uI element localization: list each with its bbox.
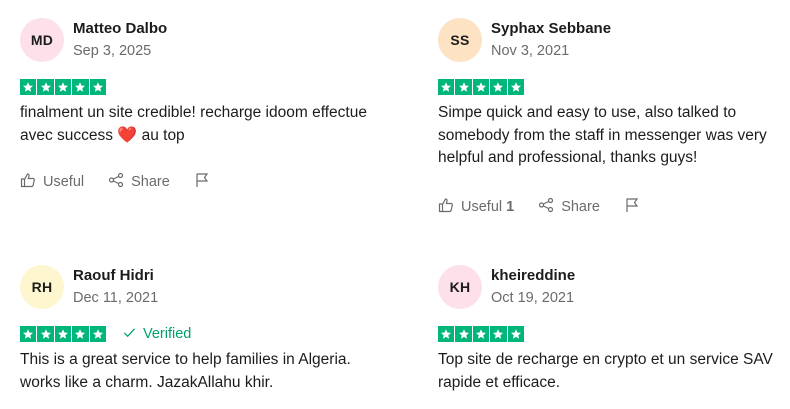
star-icon xyxy=(54,79,72,95)
star-icon xyxy=(438,79,455,95)
star-icon xyxy=(72,326,89,342)
review-date: Nov 3, 2021 xyxy=(491,43,570,59)
thumbs-up-icon xyxy=(20,172,43,192)
star-icon xyxy=(20,79,37,95)
review-actions: Useful 1 Share xyxy=(438,197,788,217)
star-icon xyxy=(54,326,72,342)
avatar[interactable]: RH xyxy=(20,265,64,309)
review-date: Sep 3, 2025 xyxy=(73,43,152,59)
avatar[interactable]: SS xyxy=(438,18,482,62)
review-header: RH Raouf Hidri Dec 11, 2021 xyxy=(20,256,370,318)
useful-count: 1 xyxy=(506,198,515,215)
review-actions: Useful Share xyxy=(20,172,370,192)
rating-row xyxy=(20,78,370,96)
review-header: SS Syphax Sebbane Nov 3, 2021 xyxy=(438,9,788,71)
star-icon xyxy=(89,326,106,342)
review-card: MD Matteo Dalbo Sep 3, 2025 finalment un… xyxy=(20,9,370,192)
review-text-tail: au top xyxy=(137,126,185,144)
star-icon xyxy=(89,79,106,95)
review-text: Simpe quick and easy to use, also talked… xyxy=(438,104,767,167)
heart-emoji: ❤️ xyxy=(117,126,138,144)
reviewer-name[interactable]: Raouf Hidri xyxy=(73,266,158,286)
star-icon xyxy=(20,326,37,342)
review-text-main: finalment un site credible! recharge ido… xyxy=(20,104,367,144)
review-header: KH kheireddine Oct 19, 2021 xyxy=(438,256,788,318)
reviewer-name[interactable]: Syphax Sebbane xyxy=(491,19,611,39)
share-label: Share xyxy=(131,174,170,191)
review-card: RH Raouf Hidri Dec 11, 2021 Verified Thi… xyxy=(20,256,370,394)
star-icon xyxy=(438,326,455,342)
review-date: Oct 19, 2021 xyxy=(491,290,575,306)
star-rating xyxy=(20,326,106,342)
review-card: KH kheireddine Oct 19, 2021 Top site de … xyxy=(438,256,788,394)
review-text: Top site de recharge en crypto et un ser… xyxy=(438,351,773,391)
star-icon xyxy=(472,326,490,342)
thumbs-up-icon xyxy=(438,197,461,217)
star-icon xyxy=(490,326,507,342)
useful-button[interactable]: Useful 1 xyxy=(438,197,514,217)
report-button[interactable] xyxy=(624,197,647,217)
share-icon xyxy=(538,197,561,217)
star-icon xyxy=(507,326,524,342)
share-label: Share xyxy=(561,198,600,215)
reviewer-name[interactable]: kheireddine xyxy=(491,266,575,286)
rating-row xyxy=(438,325,788,343)
star-rating xyxy=(438,79,524,95)
star-icon xyxy=(37,79,54,95)
star-rating xyxy=(438,326,524,342)
reviewer-name[interactable]: Matteo Dalbo xyxy=(73,19,167,39)
rating-row xyxy=(438,78,788,96)
share-button[interactable]: Share xyxy=(538,197,600,217)
star-icon xyxy=(37,326,54,342)
review-header: MD Matteo Dalbo Sep 3, 2025 xyxy=(20,9,370,71)
rating-row: Verified xyxy=(20,325,370,343)
star-icon xyxy=(472,79,490,95)
avatar[interactable]: KH xyxy=(438,265,482,309)
review-card: SS Syphax Sebbane Nov 3, 2021 Simpe quic… xyxy=(438,9,788,217)
review-text: finalment un site credible! recharge ido… xyxy=(20,102,370,147)
review-date: Dec 11, 2021 xyxy=(73,290,159,306)
flag-icon xyxy=(194,172,217,192)
avatar[interactable]: MD xyxy=(20,18,64,62)
star-icon xyxy=(490,79,507,95)
flag-icon xyxy=(624,197,647,217)
star-icon xyxy=(507,79,524,95)
share-button[interactable]: Share xyxy=(108,172,170,192)
star-icon xyxy=(72,79,89,95)
review-text: This is a great service to help families… xyxy=(20,351,351,391)
useful-label: Useful xyxy=(461,198,503,215)
useful-label: Useful xyxy=(43,174,85,191)
share-icon xyxy=(108,172,131,192)
star-icon xyxy=(455,79,472,95)
check-icon xyxy=(123,326,143,343)
useful-button[interactable]: Useful xyxy=(20,172,84,192)
star-rating xyxy=(20,79,106,95)
star-icon xyxy=(455,326,472,342)
verified-badge[interactable]: Verified xyxy=(123,326,191,343)
report-button[interactable] xyxy=(194,172,217,192)
verified-label: Verified xyxy=(142,326,192,342)
